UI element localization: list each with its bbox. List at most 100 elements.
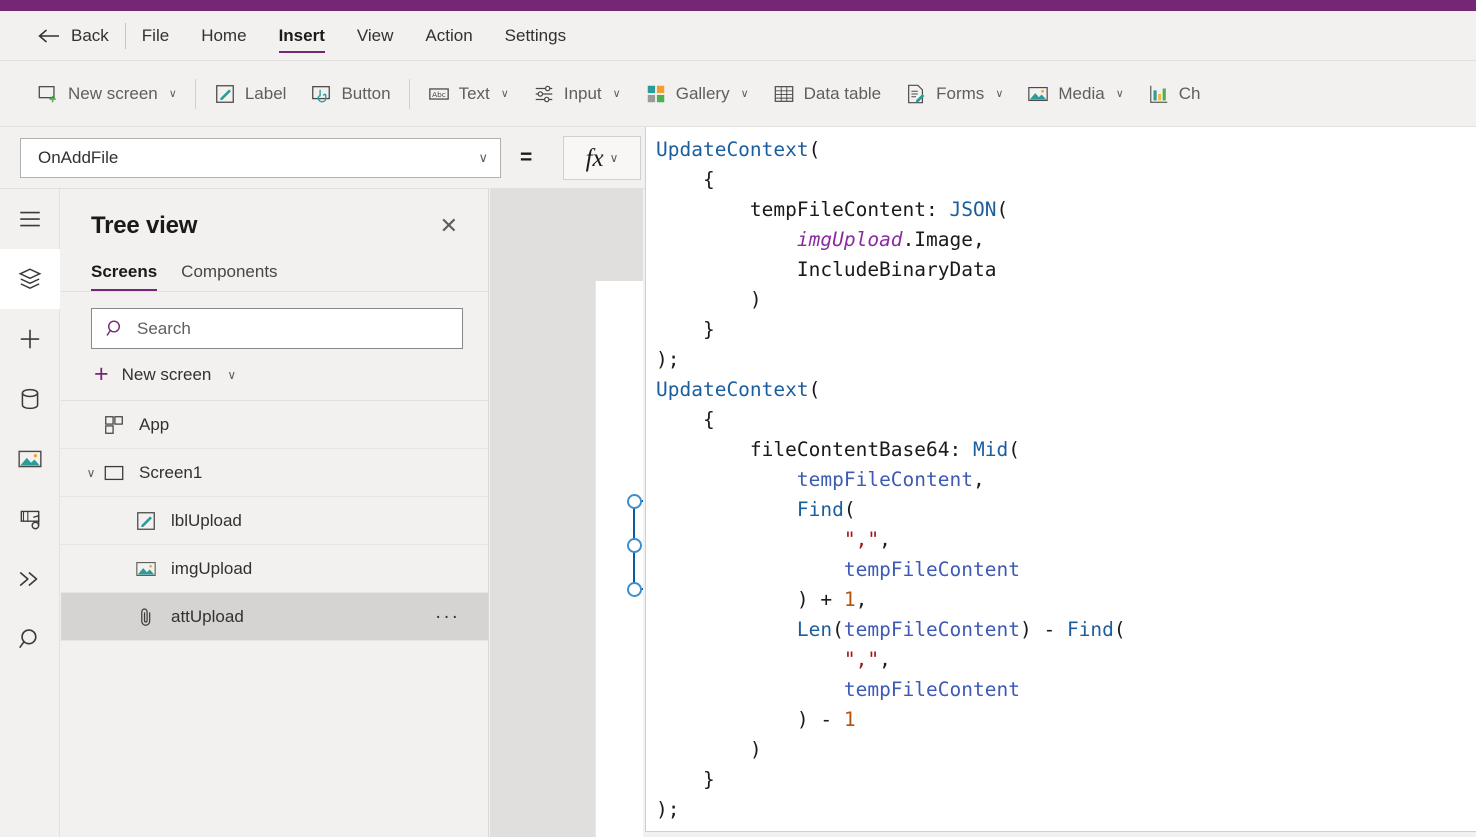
code-line: tempFileContent: JSON( (656, 195, 1476, 225)
formula-editor-panel[interactable]: UpdateContext( { tempFileContent: JSON( … (645, 127, 1476, 832)
ribbon-item-label: Text (458, 83, 490, 103)
menu-item-insert[interactable]: Insert (263, 11, 341, 60)
charts-icon (1148, 83, 1170, 105)
ribbon-input-button[interactable]: Input ∨ (521, 72, 633, 116)
search-input[interactable]: Search (91, 308, 463, 349)
tree-item-imgupload[interactable]: imgUpload (61, 545, 488, 593)
ribbon-item-label: Button (341, 83, 391, 103)
new-screen-button[interactable]: + New screen ∨ (61, 349, 488, 401)
ribbon-forms-button[interactable]: Forms ∨ (893, 72, 1015, 116)
tab-components[interactable]: Components (181, 262, 277, 291)
variables-icon (17, 566, 43, 592)
code-token: ); (656, 348, 680, 371)
menu-item-file[interactable]: File (126, 11, 185, 60)
tree-item-label: App (139, 414, 170, 434)
power-apps-studio: Back File Home Insert View Action Settings Ne… (0, 0, 1476, 837)
property-dropdown[interactable]: OnAddFile ∨ (20, 138, 501, 178)
code-token: , (855, 588, 868, 611)
ribbon-data-table-button[interactable]: Data table (761, 72, 894, 116)
gallery-icon (645, 83, 667, 105)
code-token: ( (843, 498, 856, 521)
more-options-icon[interactable]: ··· (435, 607, 460, 626)
fx-button[interactable]: fx ∨ (563, 136, 641, 180)
code-line: tempFileContent, (656, 465, 1476, 495)
code-token: ) - (656, 708, 844, 731)
data-table-icon (773, 83, 795, 105)
code-token: ); (656, 798, 680, 821)
code-token: tempFileContent: (656, 198, 950, 221)
chevron-down-icon: ∨ (227, 367, 237, 382)
chevron-down-icon[interactable]: ∨ (79, 461, 103, 485)
tree-item-attupload[interactable]: attUpload ··· (61, 593, 488, 641)
back-button[interactable]: Back (0, 11, 125, 60)
resize-handle-middle[interactable] (627, 538, 642, 553)
code-line: ",", (656, 645, 1476, 675)
rail-tree-view-button[interactable] (0, 249, 60, 309)
code-token: ( (808, 378, 821, 401)
rail-search-button[interactable] (0, 609, 60, 669)
menu-item-settings[interactable]: Settings (489, 11, 582, 60)
chevron-down-icon: ∨ (740, 88, 749, 100)
tree-item-label: Screen1 (139, 462, 203, 482)
code-line: imgUpload.Image, (656, 225, 1476, 255)
code-token: } (656, 768, 715, 791)
ribbon-item-label: Data table (803, 83, 882, 103)
tree-item-label: attUpload (171, 606, 244, 626)
app-screen-canvas[interactable] (595, 281, 643, 837)
tree-item-screen1[interactable]: ∨ Screen1 (61, 449, 488, 497)
chevron-down-icon: ∨ (609, 151, 619, 165)
formula-code[interactable]: UpdateContext( { tempFileContent: JSON( … (646, 127, 1476, 825)
search-placeholder: Search (137, 318, 191, 338)
rail-data-button[interactable] (0, 369, 60, 429)
ribbon-gallery-button[interactable]: Gallery ∨ (633, 72, 761, 116)
tree-item-lblupload[interactable]: lblUpload (61, 497, 488, 545)
ribbon-item-label: Ch (1178, 83, 1201, 103)
code-line: ",", (656, 525, 1476, 555)
ribbon-button-button[interactable]: Button (298, 72, 402, 116)
ribbon-item-label: New screen (68, 83, 158, 103)
canvas-area[interactable] (490, 189, 643, 837)
code-token: fileContentBase64: (656, 438, 973, 461)
chevron-down-icon: ∨ (1115, 88, 1124, 100)
ribbon-label-button[interactable]: Label (202, 72, 299, 116)
menu-item-view[interactable]: View (341, 11, 410, 60)
menu-bar: Back File Home Insert View Action Settings (0, 11, 1476, 61)
code-token: Find (796, 498, 844, 521)
rail-menu-button[interactable] (0, 189, 60, 249)
menu-item-home[interactable]: Home (185, 11, 262, 60)
code-token: ( (832, 618, 844, 641)
ribbon-media-button[interactable]: Media ∨ (1015, 72, 1135, 116)
ribbon-new-screen-button[interactable]: New screen ∨ (25, 72, 189, 116)
back-arrow-icon (38, 28, 60, 44)
tab-screens[interactable]: Screens (91, 262, 158, 291)
forms-icon (905, 83, 927, 105)
ribbon-divider (408, 78, 410, 109)
rail-variables-button[interactable] (0, 549, 60, 609)
code-token: { (656, 408, 715, 431)
rail-insert-button[interactable] (0, 309, 60, 369)
resize-handle-top[interactable] (627, 494, 642, 509)
media-icon (17, 446, 43, 472)
resize-handle-bottom[interactable] (627, 582, 642, 597)
code-token: ) (656, 288, 762, 311)
code-line: } (656, 765, 1476, 795)
code-token: .Image, (902, 228, 985, 251)
code-token: } (656, 318, 715, 341)
close-icon[interactable]: ✕ (436, 211, 462, 241)
menu-item-action[interactable]: Action (409, 11, 488, 60)
tree-item-app[interactable]: App (61, 401, 488, 449)
code-line: ) (656, 735, 1476, 765)
ribbon-text-button[interactable]: Abc Text ∨ (416, 72, 521, 116)
code-token: Find (1066, 618, 1114, 641)
rail-power-automate-button[interactable] (0, 489, 60, 549)
rail-media-button[interactable] (0, 429, 60, 489)
ribbon-item-label: Forms (936, 83, 985, 103)
code-line: ) - 1 (656, 705, 1476, 735)
ribbon-ch-button[interactable]: Ch (1136, 72, 1213, 116)
